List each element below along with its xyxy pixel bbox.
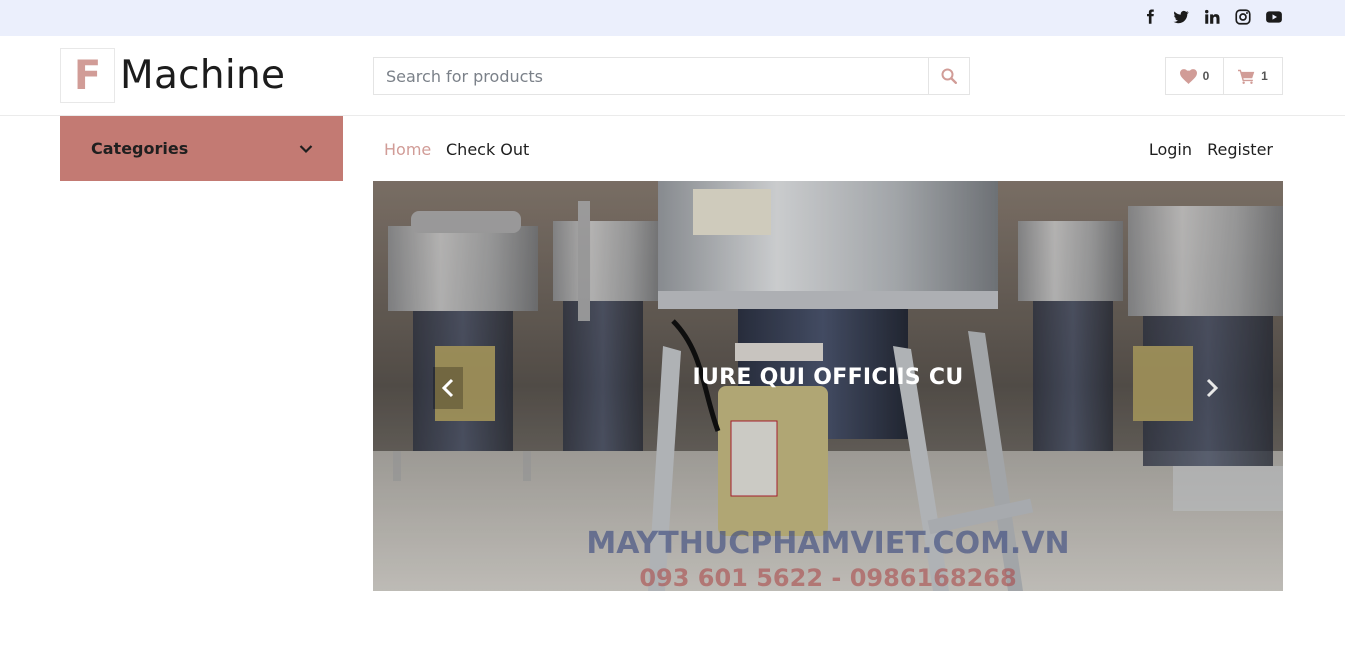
logo-letter: F <box>60 48 115 103</box>
chevron-down-icon <box>299 144 313 153</box>
carousel-caption: IURE QUI OFFICIIS CU <box>692 365 964 390</box>
logo-text: Machine <box>120 53 286 98</box>
hero-carousel: MAYTHUCPHAMVIET.COM.VN 093 601 5622 - 09… <box>373 181 1283 591</box>
search-icon <box>941 68 957 84</box>
linkedin-icon[interactable] <box>1203 8 1221 26</box>
heart-icon <box>1179 68 1197 84</box>
wishlist-count: 0 <box>1202 69 1210 83</box>
main-nav: Home Check Out Login Register <box>373 116 1283 181</box>
carousel-next-button[interactable] <box>1197 367 1227 409</box>
header: F Machine 0 1 <box>0 36 1345 116</box>
cart-count: 1 <box>1261 69 1268 83</box>
categories-toggle[interactable]: Categories <box>60 116 343 181</box>
twitter-icon[interactable] <box>1172 8 1190 26</box>
nav-login[interactable]: Login <box>1149 140 1192 159</box>
carousel-prev-button[interactable] <box>433 367 463 409</box>
search-form <box>373 57 970 95</box>
nav-home[interactable]: Home <box>384 140 431 159</box>
wishlist-button[interactable]: 0 <box>1165 57 1224 95</box>
nav-checkout[interactable]: Check Out <box>446 140 529 159</box>
cart-button[interactable]: 1 <box>1224 57 1283 95</box>
social-links <box>1141 8 1283 26</box>
chevron-right-icon <box>1206 378 1219 398</box>
header-badges: 0 1 <box>1165 57 1283 95</box>
chevron-left-icon <box>441 378 454 398</box>
facebook-icon[interactable] <box>1141 8 1159 26</box>
search-input[interactable] <box>374 58 928 94</box>
logo[interactable]: F Machine <box>60 48 285 103</box>
instagram-icon[interactable] <box>1234 8 1252 26</box>
top-bar <box>0 0 1345 36</box>
nav-register[interactable]: Register <box>1207 140 1273 159</box>
cart-icon <box>1238 69 1255 84</box>
categories-label: Categories <box>91 139 189 158</box>
youtube-icon[interactable] <box>1265 8 1283 26</box>
search-button[interactable] <box>928 58 969 94</box>
